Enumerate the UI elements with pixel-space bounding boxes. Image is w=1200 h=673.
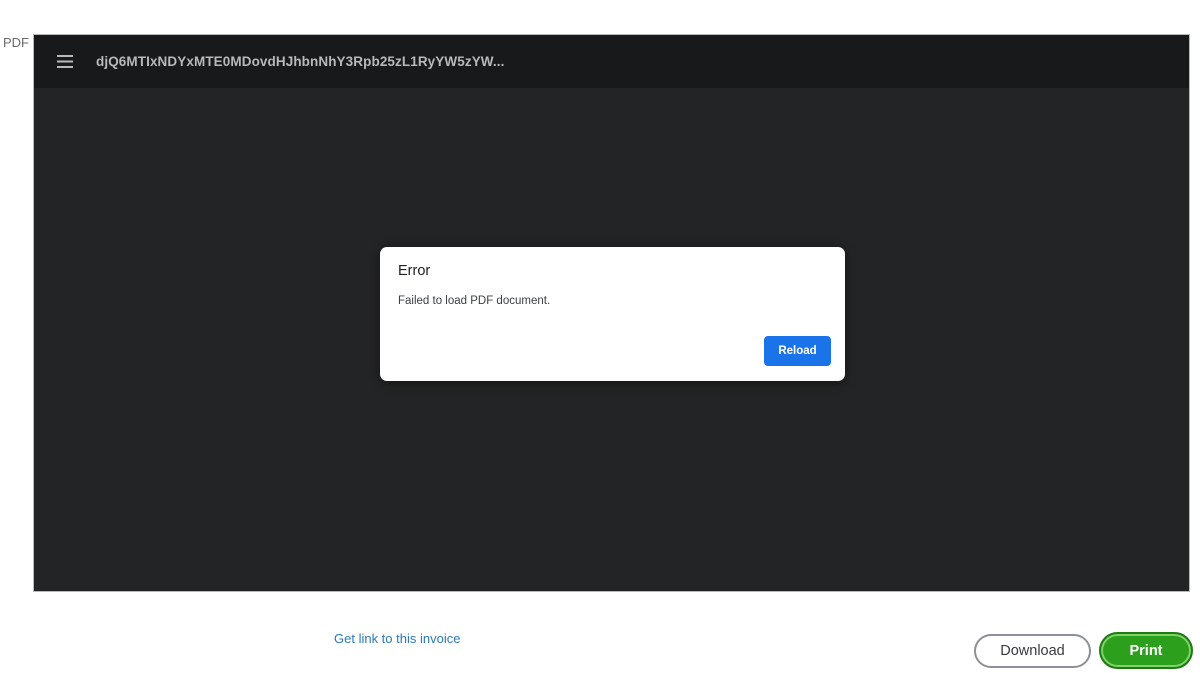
print-button[interactable]: Print [1099, 632, 1193, 669]
hamburger-menu-icon [57, 55, 73, 68]
error-dialog-title: Error [398, 263, 431, 279]
error-dialog-message: Failed to load PDF document. [398, 295, 551, 307]
pdf-frame-label: PDF [3, 35, 29, 50]
reload-button[interactable]: Reload [764, 336, 831, 366]
get-invoice-link[interactable]: Get link to this invoice [334, 631, 460, 646]
document-title: djQ6MTIxNDYxMTE0MDovdHJhbnNhY3Rpb25zL1Ry… [96, 54, 505, 69]
error-dialog: Error Failed to load PDF document. Reloa… [380, 247, 845, 381]
pdf-viewer-toolbar: djQ6MTIxNDYxMTE0MDovdHJhbnNhY3Rpb25zL1Ry… [34, 35, 1189, 88]
menu-button[interactable] [34, 35, 96, 88]
invoice-pdf-page: PDF djQ6MTIxNDYxMTE0MDovdHJhbnNhY3Rpb25z… [0, 0, 1200, 673]
download-button[interactable]: Download [974, 634, 1091, 668]
pdf-viewer[interactable]: djQ6MTIxNDYxMTE0MDovdHJhbnNhY3Rpb25zL1Ry… [33, 34, 1190, 592]
